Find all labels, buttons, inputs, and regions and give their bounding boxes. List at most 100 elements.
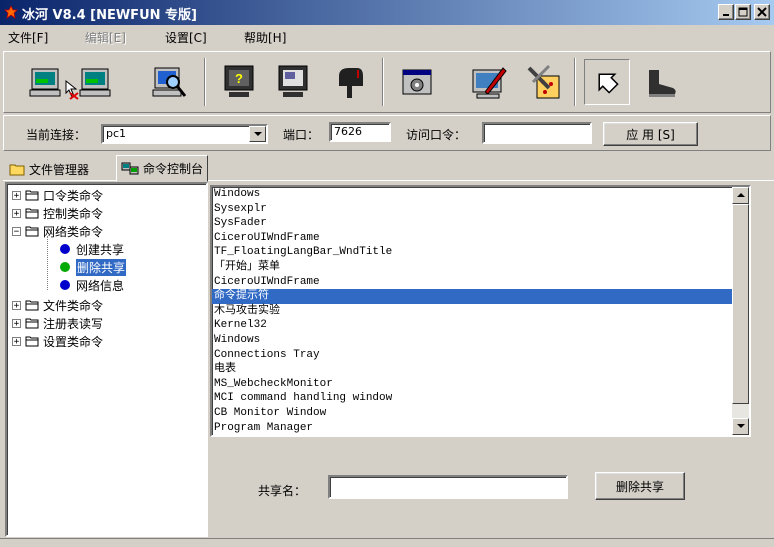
title-bar[interactable]: 冰河 V8.4 [NEWFUN 专版] [0, 0, 774, 25]
list-item[interactable]: Kernel32 [212, 318, 749, 333]
menu-bar: 文件[F] 编辑[E] 设置[C] 帮助[H] [0, 25, 774, 49]
tree-node-file-commands[interactable]: + 文件类命令 [12, 296, 103, 314]
toolbar-separator [204, 58, 206, 106]
tab-command-console[interactable]: 命令控制台 [116, 155, 209, 182]
port-field[interactable]: 7626 [329, 122, 391, 142]
chevron-up-icon [736, 193, 745, 197]
tree-node-create-share[interactable]: 创建共享 [60, 240, 124, 258]
app-icon [4, 5, 18, 19]
tree-node-label: 注册表读写 [43, 316, 104, 331]
list-item-selected[interactable]: 命令提示符 [212, 289, 733, 304]
delete-share-button[interactable]: 删除共享 [595, 472, 685, 500]
list-item[interactable]: MS_WebcheckMonitor [212, 377, 749, 392]
menu-file[interactable]: 文件[F] [8, 29, 48, 46]
tree-node-network-info[interactable]: 网络信息 [60, 276, 124, 294]
monitor-magnifier-icon [152, 67, 187, 97]
scroll-up-button[interactable] [732, 187, 749, 204]
tools-icon [527, 64, 560, 99]
maximize-button[interactable] [735, 4, 751, 20]
tree-node-label: 口令类命令 [43, 188, 104, 203]
window-list[interactable]: Windows Sysexplr SysFader CiceroUIWndFra… [210, 185, 751, 437]
connect-button[interactable] [26, 59, 116, 105]
tools-button[interactable] [520, 59, 566, 105]
exit-button[interactable] [638, 59, 684, 105]
close-button[interactable] [754, 4, 770, 20]
minimize-button[interactable] [718, 4, 734, 20]
list-item[interactable]: CiceroUIWndFrame [212, 231, 749, 246]
screen-capture-button[interactable] [270, 59, 316, 105]
expand-icon[interactable]: + [12, 336, 21, 346]
list-item[interactable]: 「开始」菜单 [212, 260, 749, 275]
pen-monitor-icon [472, 67, 507, 99]
collapse-icon[interactable]: − [12, 226, 21, 236]
folder-open-icon [25, 226, 39, 237]
help-screen-button[interactable]: ? [216, 59, 262, 105]
svg-text:?: ? [235, 71, 243, 86]
list-item[interactable]: Sysexplr [212, 202, 749, 217]
view-screen-button[interactable] [146, 59, 192, 105]
expand-icon[interactable]: + [12, 208, 21, 218]
expand-icon[interactable]: + [12, 318, 21, 328]
tree-node-label: 网络信息 [76, 278, 125, 293]
password-label: 访问口令： [406, 128, 467, 142]
expand-icon[interactable]: + [12, 190, 21, 200]
bullet-icon [60, 244, 70, 254]
list-item[interactable]: 木马攻击实验 [212, 304, 749, 319]
tab-file-manager[interactable]: 文件管理器 [5, 158, 93, 180]
list-item[interactable]: Windows [212, 187, 749, 202]
list-item[interactable]: Connections Tray [212, 348, 749, 363]
scroll-down-button[interactable] [732, 418, 749, 435]
share-name-field[interactable] [328, 475, 568, 499]
edit-config-button[interactable] [466, 59, 512, 105]
folder-icon [25, 336, 39, 347]
command-tree: + 口令类命令 + 控制类命令 − 网络类命令 创建共享 删除共享 网络信息 +… [5, 182, 208, 537]
list-item[interactable]: SysFader [212, 216, 749, 231]
list-item[interactable]: CB Monitor Window [212, 406, 749, 421]
host-dropdown-button[interactable] [249, 126, 266, 142]
maximize-icon [738, 7, 748, 17]
share-name-label: 共享名： [258, 484, 307, 498]
tree-node-delete-share[interactable]: 删除共享 [60, 258, 127, 276]
menu-help[interactable]: 帮助[H] [244, 29, 286, 46]
tree-node-settings-commands[interactable]: + 设置类命令 [12, 332, 103, 350]
host-combo[interactable]: pc1 [101, 124, 268, 144]
list-item[interactable]: Program Manager [212, 421, 749, 436]
scroll-thumb[interactable] [732, 204, 749, 404]
tree-node-password-commands[interactable]: + 口令类命令 [12, 186, 103, 204]
computers-icon [121, 162, 139, 174]
apply-button[interactable]: 应 用 [S] [603, 122, 698, 146]
password-field[interactable] [482, 122, 592, 144]
list-item[interactable]: MCI command handling window [212, 391, 749, 406]
tree-node-label: 设置类命令 [43, 334, 104, 349]
apply-button-label: 应 用 [S] [626, 127, 675, 142]
host-value: pc1 [106, 127, 127, 140]
back-button[interactable] [584, 59, 630, 105]
system-settings-button[interactable] [394, 59, 440, 105]
menu-settings[interactable]: 设置[C] [165, 29, 207, 46]
chevron-down-icon [253, 131, 262, 136]
tree-node-label: 删除共享 [76, 258, 127, 276]
list-item[interactable]: 电表 [212, 362, 749, 377]
list-item[interactable]: CiceroUIWndFrame [212, 275, 749, 290]
connect-computers-icon [29, 68, 111, 100]
folder-icon [25, 190, 39, 201]
share-panel: 共享名： 删除共享 [210, 438, 751, 536]
tree-node-control-commands[interactable]: + 控制类命令 [12, 204, 103, 222]
port-value: 7626 [334, 125, 362, 138]
vertical-scrollbar[interactable] [732, 187, 749, 435]
tree-node-registry[interactable]: + 注册表读写 [12, 314, 103, 332]
list-item[interactable]: Windows [212, 333, 749, 348]
tab-command-console-label: 命令控制台 [143, 162, 204, 176]
tree-node-label: 控制类命令 [43, 206, 104, 221]
toolbar-separator [382, 58, 384, 106]
list-item[interactable]: TF_FloatingLangBar_WndTitle [212, 245, 749, 260]
connection-bar: 当前连接： pc1 端口： 7626 访问口令： 应 用 [S] [3, 115, 771, 151]
toolbar-separator [574, 58, 576, 106]
host-label: 当前连接： [26, 128, 87, 142]
tree-node-network-commands[interactable]: − 网络类命令 [12, 222, 103, 240]
mail-button[interactable] [326, 59, 372, 105]
menu-edit[interactable]: 编辑[E] [85, 29, 126, 46]
port-label: 端口： [283, 128, 320, 142]
expand-icon[interactable]: + [12, 300, 21, 310]
toolbar: ? [3, 51, 771, 113]
